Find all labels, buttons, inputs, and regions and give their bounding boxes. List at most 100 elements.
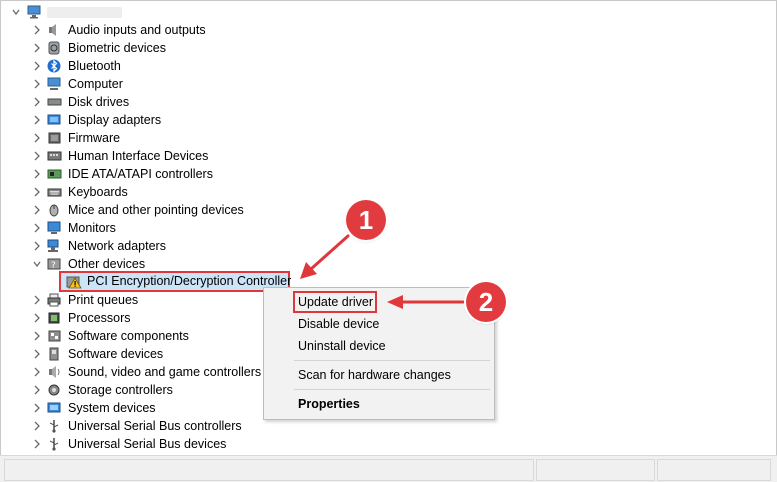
- tree-item-computer[interactable]: Computer: [0, 75, 260, 93]
- disk-drive-icon: [47, 95, 62, 109]
- system-devices-icon: [47, 401, 62, 415]
- tree-item-label: Software components: [68, 329, 189, 343]
- status-cell: [657, 459, 771, 481]
- display-adapter-icon: [47, 113, 62, 127]
- chevron-right-icon[interactable]: [32, 219, 42, 237]
- software-device-icon: [47, 347, 62, 361]
- chevron-right-icon[interactable]: [32, 327, 42, 345]
- fingerprint-icon: [47, 41, 62, 55]
- tree-item-monitors[interactable]: Monitors: [0, 219, 260, 237]
- keyboard-icon: [47, 185, 62, 199]
- tree-item-label: Disk drives: [68, 95, 130, 109]
- tree-item-keyboards[interactable]: Keyboards: [0, 183, 260, 201]
- tree-item-biometric-devices[interactable]: Biometric devices: [0, 39, 260, 57]
- printer-icon: [47, 293, 62, 307]
- chevron-right-icon[interactable]: [32, 435, 42, 453]
- tree-item-audio-inputs-and-outputs[interactable]: Audio inputs and outputs: [0, 21, 260, 39]
- chevron-right-icon[interactable]: [32, 399, 42, 417]
- chevron-right-icon[interactable]: [32, 201, 42, 219]
- menu-item-scan-hardware[interactable]: Scan for hardware changes: [298, 366, 451, 384]
- chevron-right-icon[interactable]: [32, 147, 42, 165]
- chevron-right-icon[interactable]: [32, 57, 42, 75]
- tree-item-software-devices[interactable]: Software devices: [0, 345, 260, 363]
- chevron-right-icon[interactable]: [32, 309, 42, 327]
- tree-item-system-devices[interactable]: System devices: [0, 399, 260, 417]
- tree-item-label: PCI Encryption/Decryption Controller: [87, 274, 292, 288]
- tree-item-label: Network adapters: [68, 239, 166, 253]
- chevron-right-icon[interactable]: [32, 39, 42, 57]
- tree-item-label: Firmware: [68, 131, 121, 145]
- tree-item-mice-and-other-pointing-devices[interactable]: Mice and other pointing devices: [0, 201, 260, 219]
- network-adapter-icon: [47, 239, 62, 253]
- tree-item-label: IDE ATA/ATAPI controllers: [68, 167, 213, 181]
- usb-icon: [47, 419, 62, 433]
- chevron-right-icon[interactable]: [32, 363, 42, 381]
- chevron-right-icon[interactable]: [32, 291, 42, 309]
- firmware-icon: [47, 131, 62, 145]
- tree-item-processors[interactable]: Processors: [0, 309, 260, 327]
- chevron-right-icon[interactable]: [32, 129, 42, 147]
- monitor-icon: [47, 221, 62, 235]
- svg-text:?: ?: [51, 261, 56, 271]
- usb-icon: [47, 437, 62, 451]
- tree-item-label: Universal Serial Bus controllers: [68, 419, 242, 433]
- tree-root[interactable]: [0, 3, 200, 21]
- update-driver-highlight: [293, 291, 377, 313]
- tree-item-label: Display adapters: [68, 113, 162, 127]
- tree-item-label: Universal Serial Bus devices: [68, 437, 227, 451]
- tree-item-label: Sound, video and game controllers: [68, 365, 262, 379]
- tree-item-print-queues[interactable]: Print queues: [0, 291, 260, 309]
- tree-item-universal-serial-bus-devices[interactable]: Universal Serial Bus devices: [0, 435, 260, 453]
- tree-item-label: Storage controllers: [68, 383, 173, 397]
- tree-item-label: System devices: [68, 401, 156, 415]
- ide-controller-icon: [47, 167, 62, 181]
- tree-item-display-adapters[interactable]: Display adapters: [0, 111, 260, 129]
- tree-item-label: Processors: [68, 311, 131, 325]
- chevron-right-icon[interactable]: [32, 93, 42, 111]
- tree-item-label: Audio inputs and outputs: [68, 23, 206, 37]
- chevron-right-icon[interactable]: [32, 183, 42, 201]
- menu-separator: [294, 389, 490, 390]
- tree-item-label: Mice and other pointing devices: [68, 203, 244, 217]
- status-cell: [536, 459, 655, 481]
- tree-item-software-components[interactable]: Software components: [0, 327, 260, 345]
- menu-item-uninstall-device[interactable]: Uninstall device: [298, 337, 386, 355]
- chevron-right-icon[interactable]: [32, 21, 42, 39]
- tree-item-storage-controllers[interactable]: Storage controllers: [0, 381, 260, 399]
- status-cell: [4, 459, 534, 481]
- callout-badge-2: 2: [466, 282, 506, 322]
- tree-item-label: Software devices: [68, 347, 164, 361]
- tree-item-label: Human Interface Devices: [68, 149, 209, 163]
- tree-item-firmware[interactable]: Firmware: [0, 129, 260, 147]
- chevron-right-icon[interactable]: [32, 237, 42, 255]
- chevron-right-icon[interactable]: [32, 165, 42, 183]
- tree-item-human-interface-devices[interactable]: Human Interface Devices: [0, 147, 260, 165]
- menu-item-properties[interactable]: Properties: [298, 395, 360, 413]
- computer-icon: [47, 77, 62, 91]
- tree-item-bluetooth[interactable]: Bluetooth: [0, 57, 260, 75]
- tree-item-pci-encryption-controller[interactable]: PCI Encryption/Decryption Controller: [0, 272, 292, 290]
- chevron-right-icon[interactable]: [32, 111, 42, 129]
- chevron-right-icon[interactable]: [32, 75, 42, 93]
- tree-item-disk-drives[interactable]: Disk drives: [0, 93, 260, 111]
- tree-item-universal-serial-bus-controllers[interactable]: Universal Serial Bus controllers: [0, 417, 260, 435]
- chevron-right-icon[interactable]: [32, 417, 42, 435]
- chevron-down-icon[interactable]: [11, 3, 21, 21]
- tree-item-network-adapters[interactable]: Network adapters: [0, 237, 260, 255]
- speaker-icon: [47, 23, 62, 37]
- tree-item-label: Biometric devices: [68, 41, 166, 55]
- sound-icon: [47, 365, 62, 379]
- computer-icon: [27, 5, 42, 19]
- menu-item-disable-device[interactable]: Disable device: [298, 315, 379, 333]
- chevron-down-icon[interactable]: [32, 255, 42, 273]
- tree-item-label: Print queues: [68, 293, 139, 307]
- callout-badge-1: 1: [346, 200, 386, 240]
- bluetooth-icon: [47, 59, 62, 73]
- tree-item-ide-ata-atapi-controllers[interactable]: IDE ATA/ATAPI controllers: [0, 165, 260, 183]
- storage-controller-icon: [47, 383, 62, 397]
- mouse-icon: [47, 203, 62, 217]
- tree-item-sound-video-and-game-controllers[interactable]: Sound, video and game controllers: [0, 363, 262, 381]
- chevron-right-icon[interactable]: [32, 345, 42, 363]
- chevron-right-icon[interactable]: [32, 381, 42, 399]
- tree-item-label: Keyboards: [68, 185, 128, 199]
